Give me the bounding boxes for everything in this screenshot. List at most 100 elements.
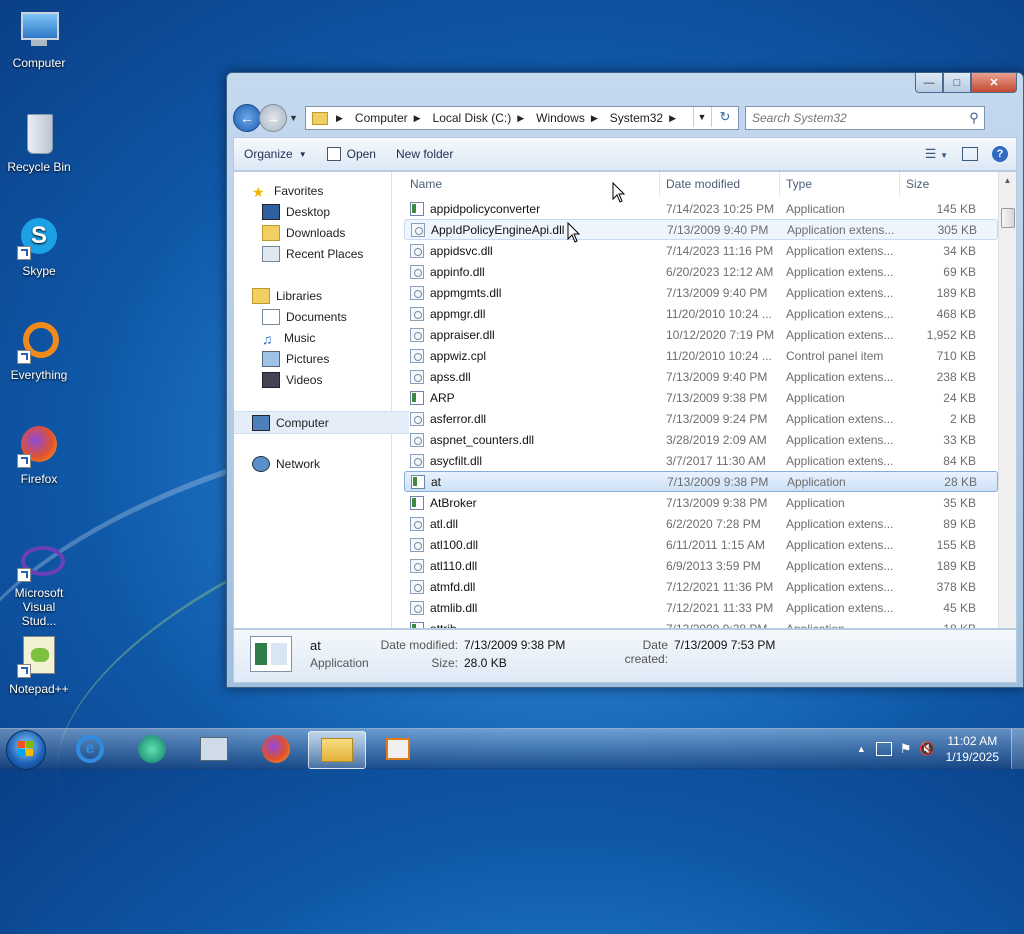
file-date: 7/12/2021 11:33 PM — [666, 600, 774, 615]
nav-downloads[interactable]: Downloads — [234, 222, 419, 243]
file-name-cell: apss.dll — [404, 369, 660, 384]
file-name-cell: appwiz.cpl — [404, 348, 660, 363]
star-icon: ★ — [252, 183, 265, 200]
nav-computer[interactable]: Computer — [234, 411, 409, 434]
organize-button[interactable]: Organize ▼ — [234, 147, 317, 161]
search-box[interactable]: ⚲ — [745, 106, 985, 130]
chevron-right-icon[interactable]: ▶ — [669, 113, 676, 124]
action-center-flag-icon[interactable]: ⚑ — [900, 741, 912, 757]
nav-videos[interactable]: Videos — [234, 369, 419, 390]
refresh-icon[interactable]: ↻ — [711, 107, 738, 127]
desktop-icon-computer[interactable]: Computer — [4, 8, 74, 70]
search-icon[interactable]: ⚲ — [964, 110, 984, 126]
file-name: asycfilt.dll — [430, 453, 483, 468]
file-row[interactable]: at 7/13/2009 9:38 PM Application 28 KB — [404, 471, 998, 492]
taskbar-media-app[interactable] — [370, 731, 426, 767]
chevron-right-icon[interactable]: ▶ — [336, 113, 343, 124]
nav-libraries[interactable]: Libraries — [234, 285, 409, 306]
column-header-date[interactable]: Date modified — [660, 172, 780, 196]
desktop-icon-everything[interactable]: Everything — [4, 320, 74, 382]
desktop-icon-notepadpp[interactable]: Notepad++ — [4, 634, 74, 696]
file-row[interactable]: attrib 7/13/2009 9:38 PMApplication18 KB — [404, 618, 998, 628]
start-button[interactable] — [6, 730, 46, 770]
taskbar-media-player[interactable] — [124, 731, 180, 767]
file-row[interactable]: appmgmts.dll 7/13/2009 9:40 PM Application… — [404, 282, 998, 303]
taskbar-firefox[interactable] — [248, 731, 304, 767]
file-date: 6/2/2020 7:28 PM — [666, 516, 761, 531]
volume-muted-icon[interactable]: 🔇 — [919, 741, 935, 757]
clock-time: 11:02 AM — [947, 734, 998, 748]
new-folder-button[interactable]: New folder — [386, 147, 463, 161]
file-name: asferror.dll — [430, 411, 487, 426]
forward-button[interactable]: → — [259, 104, 287, 132]
view-options-icon[interactable]: ☰ ▼ — [925, 146, 948, 162]
search-input[interactable] — [746, 110, 964, 126]
desktop-icon-skype[interactable]: S Skype — [4, 216, 74, 278]
nav-music[interactable]: ♫ Music — [234, 327, 419, 348]
file-row[interactable]: ARP 7/13/2009 9:38 PM Application 24 KB — [404, 387, 998, 408]
taskbar-internet-explorer[interactable]: e — [62, 731, 118, 767]
application-file-icon — [411, 474, 425, 489]
nav-favorites[interactable]: ★ Favorites — [234, 180, 409, 201]
file-row[interactable]: appinfo.dll 6/20/2023 12:12 AM Application… — [404, 261, 998, 282]
vertical-scrollbar[interactable]: ▲ — [998, 172, 1016, 628]
show-desktop-button[interactable] — [1011, 729, 1024, 769]
chevron-right-icon[interactable]: ▶ — [517, 113, 524, 124]
visual-studio-icon — [17, 538, 65, 582]
help-icon[interactable]: ? — [992, 146, 1008, 162]
file-row[interactable]: AtBroker 7/13/2009 9:38 PM Application 35 K… — [404, 492, 998, 513]
nav-pictures[interactable]: Pictures — [234, 348, 419, 369]
close-button[interactable]: ✕ — [971, 73, 1017, 93]
nav-documents[interactable]: Documents — [234, 306, 419, 327]
file-row[interactable]: appidsvc.dll 7/14/2023 11:16 PM Applicatio… — [404, 240, 998, 261]
chevron-right-icon[interactable]: ▶ — [414, 113, 421, 124]
file-row[interactable]: aspnet_counters.dll 3/28/2019 2:09 AM Appl… — [404, 429, 998, 450]
chevron-right-icon[interactable]: ▶ — [591, 113, 598, 124]
breadcrumb-computer[interactable]: Computer — [355, 111, 414, 125]
scroll-up-icon[interactable]: ▲ — [999, 172, 1016, 189]
file-date: 7/13/2009 9:40 PM — [666, 285, 768, 300]
desktop-icon-firefox[interactable]: Firefox — [4, 424, 74, 486]
breadcrumb-system32[interactable]: System32 — [610, 111, 669, 125]
address-bar[interactable]: ▶ Computer ▶ Local Disk (C:) ▶ Windows ▶… — [305, 106, 739, 130]
column-header-size[interactable]: Size — [900, 172, 976, 196]
nav-recent-places[interactable]: Recent Places — [234, 243, 419, 264]
network-icon[interactable] — [875, 742, 892, 756]
recent-pages-chevron-icon[interactable]: ▼ — [289, 113, 301, 123]
file-date: 7/13/2009 9:38 PM — [666, 495, 768, 510]
file-row[interactable]: atl110.dll 6/9/2013 3:59 PM Application ex… — [404, 555, 998, 576]
file-row[interactable]: atl.dll 6/2/2020 7:28 PM Application exten… — [404, 513, 998, 534]
breadcrumb-local-disk[interactable]: Local Disk (C:) — [433, 111, 518, 125]
preview-pane-icon[interactable] — [962, 147, 978, 161]
file-row[interactable]: atmlib.dll 7/12/2021 11:33 PM Application … — [404, 597, 998, 618]
dll-file-icon — [410, 537, 424, 552]
show-hidden-icons-icon[interactable]: ▲ — [857, 744, 866, 754]
file-row[interactable]: AppIdPolicyEngineApi.dll 7/13/2009 9:40 P… — [404, 219, 998, 240]
file-row[interactable]: appwiz.cpl 11/20/2010 10:24 ... Control pa… — [404, 345, 998, 366]
explorer-window[interactable]: — □ ✕ ← → ▼ ▶ Computer ▶ Local Disk (C:)… — [226, 72, 1024, 688]
file-row[interactable]: atmfd.dll 7/12/2021 11:36 PM Application e… — [404, 576, 998, 597]
minimize-button[interactable]: — — [915, 73, 943, 93]
desktop-icon-recycle-bin[interactable]: Recycle Bin — [4, 112, 74, 174]
file-row[interactable]: atl100.dll 6/11/2011 1:15 AM Application e… — [404, 534, 998, 555]
maximize-button[interactable]: □ — [943, 73, 971, 93]
file-row[interactable]: asferror.dll 7/13/2009 9:24 PM Application… — [404, 408, 998, 429]
desktop-icon-visual-studio[interactable]: Microsoft Visual Stud... — [4, 538, 74, 628]
open-button[interactable]: Open — [317, 147, 386, 161]
back-button[interactable]: ← — [233, 104, 261, 132]
file-row[interactable]: apss.dll 7/13/2009 9:40 PM Application ext… — [404, 366, 998, 387]
file-row[interactable]: appmgr.dll 11/20/2010 10:24 ... Applicatio… — [404, 303, 998, 324]
address-dropdown-icon[interactable]: ▼ — [693, 107, 710, 127]
file-row[interactable]: asycfilt.dll 3/7/2017 11:30 AM Application… — [404, 450, 998, 471]
nav-network[interactable]: Network — [234, 453, 409, 474]
file-row[interactable]: appidpolicyconverter 7/14/2023 10:25 PM Ap… — [404, 198, 998, 219]
scrollbar-thumb[interactable] — [1001, 208, 1015, 228]
column-header-type[interactable]: Type — [780, 172, 900, 196]
file-row[interactable]: appraiser.dll 10/12/2020 7:19 PM Applicati… — [404, 324, 998, 345]
file-name: atl110.dll — [430, 558, 478, 573]
taskbar-control-panel[interactable] — [186, 731, 242, 767]
breadcrumb-windows[interactable]: Windows — [536, 111, 591, 125]
nav-desktop[interactable]: Desktop — [234, 201, 419, 222]
clock[interactable]: 11:02 AM 1/19/2025 — [940, 733, 1011, 765]
taskbar-file-explorer[interactable] — [308, 731, 366, 769]
